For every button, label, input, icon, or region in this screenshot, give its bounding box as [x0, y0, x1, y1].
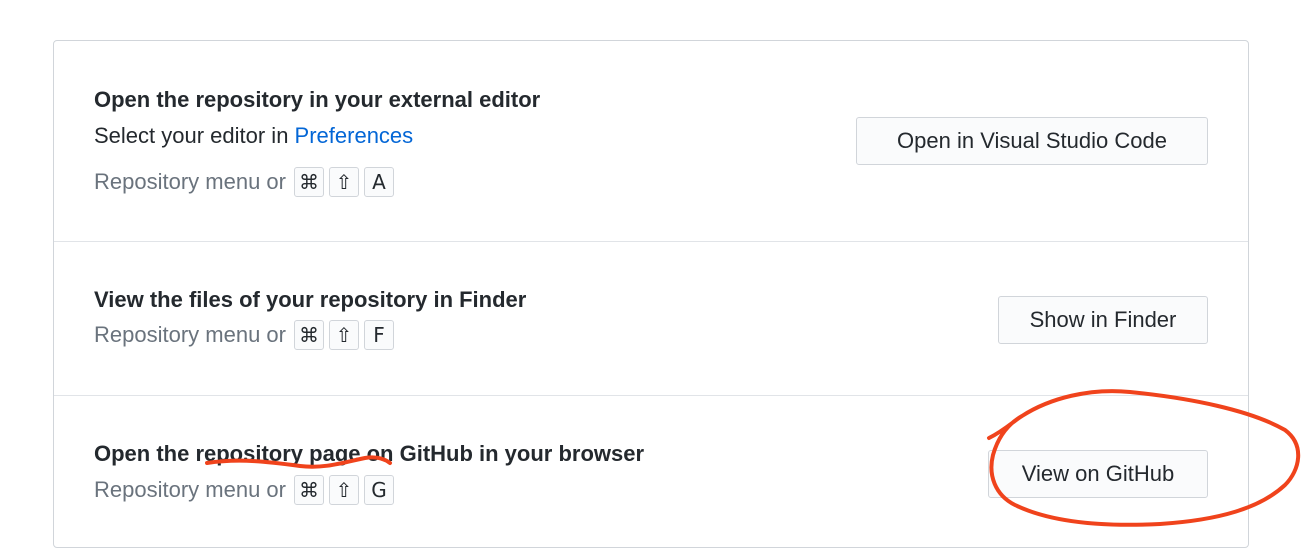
shortcut-prefix: Repository menu or	[94, 169, 286, 194]
shortcut-prefix: Repository menu or	[94, 322, 286, 347]
show-in-finder-button[interactable]: Show in Finder	[998, 296, 1208, 344]
key-f: F	[363, 320, 394, 350]
subtitle-text: Select your editor in	[94, 123, 295, 148]
row-title: Open the repository in your external edi…	[94, 87, 541, 112]
keyboard-shortcut: Repository menu or ⌘ ⇧ G	[94, 475, 394, 505]
shift-key-icon: ⇧	[328, 167, 359, 197]
shortcut-prefix: Repository menu or	[94, 477, 286, 502]
page: Open the repository in your external edi…	[0, 0, 1302, 560]
command-key-icon: ⌘	[293, 320, 324, 350]
command-key-icon: ⌘	[293, 167, 324, 197]
row-view-on-github: Open the repository page on GitHub in yo…	[54, 395, 1248, 548]
row-show-in-finder: View the files of your repository in Fin…	[54, 241, 1248, 396]
row-open-in-editor: Open the repository in your external edi…	[54, 41, 1248, 242]
command-key-icon: ⌘	[293, 475, 324, 505]
row-title: Open the repository page on GitHub in yo…	[94, 441, 645, 466]
keyboard-shortcut: Repository menu or ⌘ ⇧ A	[94, 167, 394, 197]
keyboard-shortcut: Repository menu or ⌘ ⇧ F	[94, 320, 394, 350]
view-on-github-button[interactable]: View on GitHub	[988, 450, 1208, 498]
shift-key-icon: ⇧	[328, 320, 359, 350]
row-title: View the files of your repository in Fin…	[94, 287, 527, 312]
row-subtitle: Select your editor in Preferences	[94, 123, 413, 149]
shift-key-icon: ⇧	[328, 475, 359, 505]
open-in-editor-button[interactable]: Open in Visual Studio Code	[856, 117, 1208, 165]
preferences-link[interactable]: Preferences	[295, 123, 414, 148]
key-g: G	[363, 475, 394, 505]
key-a: A	[363, 167, 394, 197]
repository-actions-panel: Open the repository in your external edi…	[53, 40, 1249, 548]
